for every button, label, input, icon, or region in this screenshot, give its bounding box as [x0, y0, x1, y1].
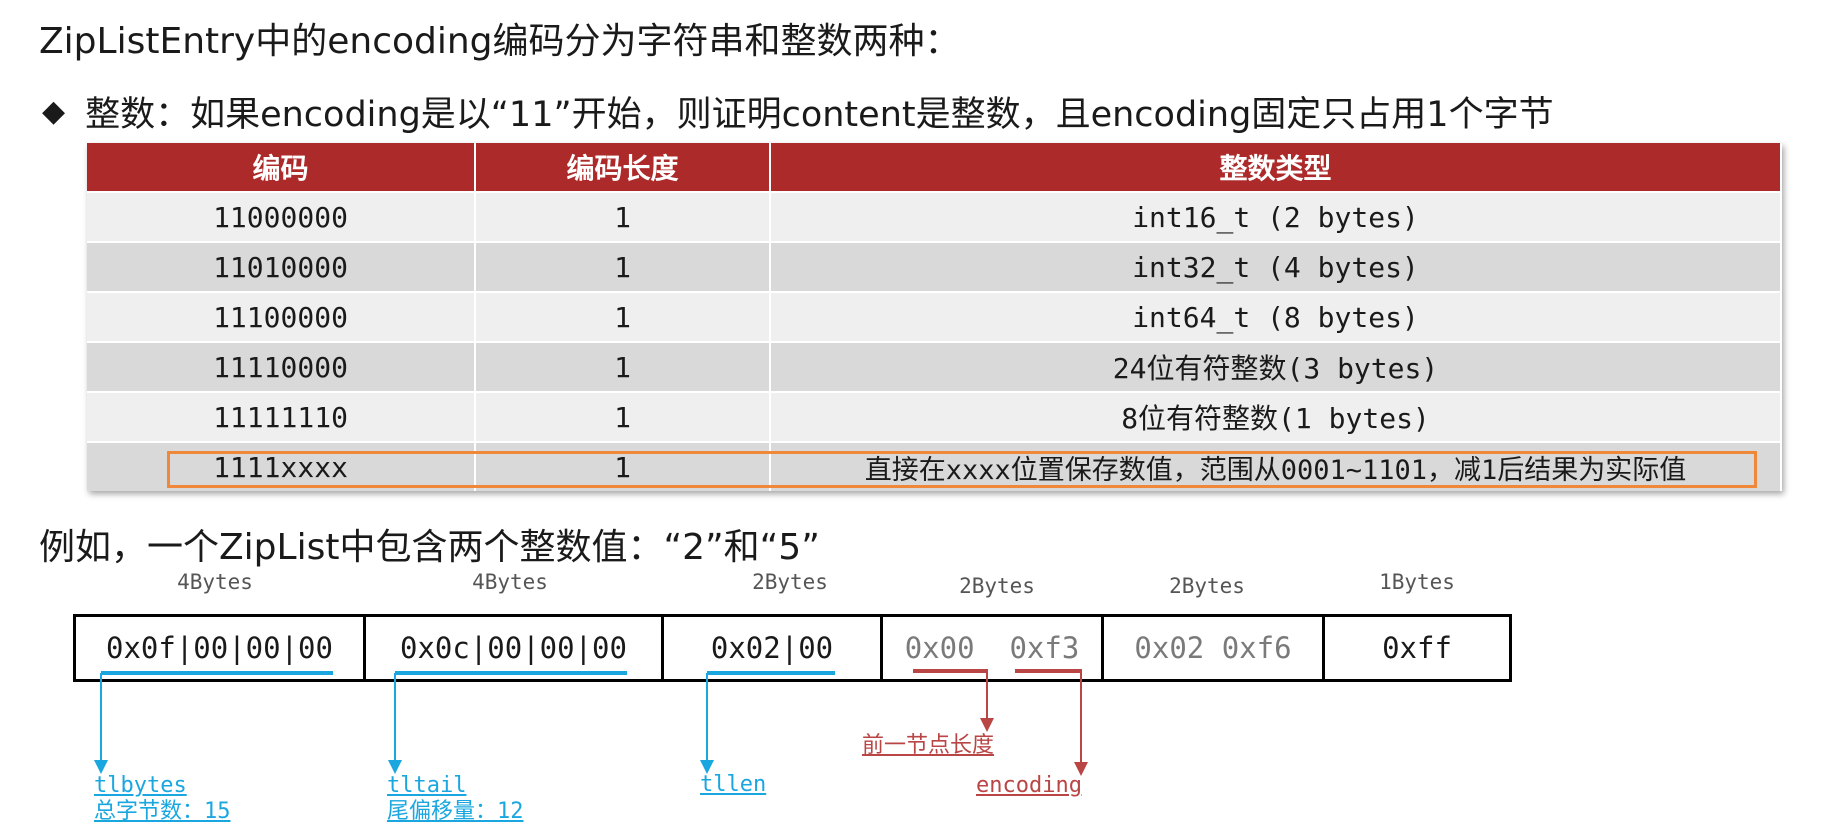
tlbytes-connector — [100, 673, 102, 761]
encoding-connector — [1080, 671, 1082, 763]
arrow-down-icon — [980, 718, 994, 732]
cell-encoding: 11100000 — [87, 291, 476, 342]
entry-2-box: 0x02 0xf6 — [1101, 614, 1325, 682]
cell-encoding: 11111110 — [87, 391, 476, 442]
tltail-name: tltail — [387, 773, 467, 798]
encoding-label: encoding — [976, 773, 1082, 798]
bullet-text: 整数：如果encoding是以“11”开始，则证明content是整数，且enc… — [85, 95, 1554, 135]
tltail-desc: 尾偏移量：12 — [387, 799, 524, 824]
zlend-box: 0xff — [1322, 614, 1512, 682]
cell-type: int64_t (8 bytes) — [770, 291, 1782, 342]
cell-length: 1 — [475, 441, 771, 491]
example-text: 例如，一个ZipList中包含两个整数值：“2”和“5” — [39, 527, 820, 568]
diamond-bullet-icon: ◆ — [42, 94, 66, 129]
cell-encoding: 1111xxxx — [87, 441, 476, 491]
tllen-underline — [707, 671, 835, 675]
cell-length: 1 — [475, 191, 771, 242]
table-row: 11000000 1 int16_t (2 bytes) — [87, 191, 1782, 242]
tltail-label: tltail 尾偏移量：12 — [387, 773, 524, 825]
cell-length: 1 — [475, 391, 771, 442]
cell-length: 1 — [475, 341, 771, 392]
tltail-connector — [394, 673, 396, 761]
table-row: 11010000 1 int32_t (4 bytes) — [87, 241, 1782, 292]
cell-encoding: 11010000 — [87, 241, 476, 292]
tlbytes-name: tlbytes — [94, 773, 187, 798]
tllen-connector — [706, 673, 708, 761]
cell-type: 直接在xxxx位置保存数值，范围从0001~1101，减1后结果为实际值 — [770, 441, 1782, 491]
table-row: 11111110 1 8位有符整数(1 bytes) — [87, 391, 1782, 442]
cell-length: 1 — [475, 291, 771, 342]
cell-type: int32_t (4 bytes) — [770, 241, 1782, 292]
cell-type: int16_t (2 bytes) — [770, 191, 1782, 242]
table-row: 11110000 1 24位有符整数(3 bytes) — [87, 341, 1782, 392]
prevlen-underline — [913, 669, 988, 673]
header-encoding-length: 编码长度 — [475, 143, 771, 192]
cell-encoding: 11110000 — [87, 341, 476, 392]
prevlen-label: 前一节点长度 — [862, 733, 995, 758]
cell-encoding: 11000000 — [87, 191, 476, 242]
table-row: 1111xxxx 1 直接在xxxx位置保存数值，范围从0001~1101，减1… — [87, 441, 1782, 491]
byte-label: 1Bytes — [1379, 570, 1455, 594]
cell-type: 24位有符整数(3 bytes) — [770, 341, 1782, 392]
tlbytes-underline — [101, 671, 333, 675]
prevlen-connector — [986, 671, 988, 719]
byte-label: 4Bytes — [177, 570, 253, 594]
cell-type: 8位有符整数(1 bytes) — [770, 391, 1782, 442]
byte-label: 2Bytes — [959, 574, 1035, 598]
header-integer-type: 整数类型 — [770, 143, 1782, 192]
cell-length: 1 — [475, 241, 771, 292]
table-row: 11100000 1 int64_t (8 bytes) — [87, 291, 1782, 342]
tlbytes-desc: 总字节数：15 — [94, 799, 231, 824]
header-encoding: 编码 — [87, 143, 476, 192]
byte-label: 2Bytes — [752, 570, 828, 594]
tllen-label: tllen — [700, 772, 767, 797]
table-header-row: 编码 编码长度 整数类型 — [87, 143, 1782, 192]
byte-label: 2Bytes — [1169, 574, 1245, 598]
page-title: ZipListEntry中的encoding编码分为字符串和整数两种： — [39, 21, 961, 62]
arrow-down-icon — [388, 760, 402, 774]
tltail-underline — [395, 671, 627, 675]
encoding-underline — [1015, 669, 1082, 673]
tlbytes-label: tlbytes 总字节数：15 — [94, 773, 231, 825]
arrow-down-icon — [94, 760, 108, 774]
encoding-table: 编码 编码长度 整数类型 11000000 1 int16_t (2 bytes… — [87, 143, 1782, 491]
bullet-line: ◆ 整数：如果encoding是以“11”开始，则证明content是整数，且e… — [42, 86, 1554, 137]
byte-label: 4Bytes — [472, 570, 548, 594]
